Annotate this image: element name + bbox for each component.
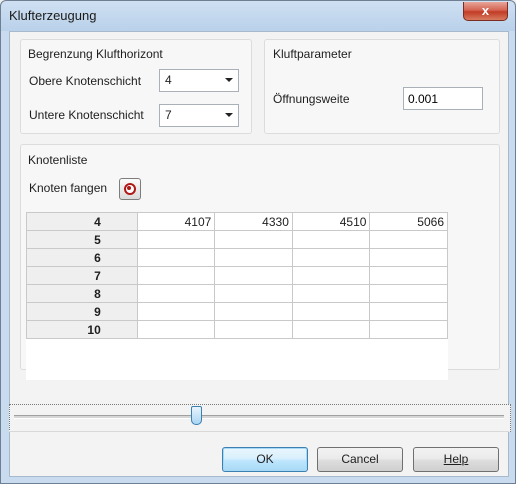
- boundary-group-title: Begrenzung Klufthorizont: [28, 47, 163, 61]
- table-cell[interactable]: [214, 284, 293, 303]
- table-cell[interactable]: [369, 248, 448, 267]
- upper-node-layer-value: 4: [165, 73, 172, 87]
- table-cell[interactable]: [136, 230, 216, 249]
- table-row[interactable]: 7: [26, 266, 448, 285]
- row-header: 10: [26, 320, 138, 339]
- slider-thumb[interactable]: [191, 406, 202, 425]
- opening-width-input[interactable]: [408, 90, 478, 107]
- dialog-window: Klufterzeugung x Begrenzung Klufthorizon…: [0, 0, 516, 484]
- separator: [9, 431, 509, 432]
- lower-node-layer-value: 7: [165, 108, 172, 122]
- node-grid[interactable]: 4 4107 4330 4510 5066 5 6 7 8 9 10: [26, 212, 448, 380]
- chevron-down-icon[interactable]: [225, 113, 233, 117]
- table-row[interactable]: 4 4107 4330 4510 5066: [26, 212, 448, 231]
- table-cell[interactable]: [291, 248, 371, 267]
- row-header: 7: [26, 266, 138, 285]
- row-header: 5: [26, 230, 138, 249]
- table-cell[interactable]: [214, 266, 293, 285]
- close-icon: x: [481, 3, 490, 18]
- table-cell[interactable]: 4107: [136, 212, 216, 231]
- node-list-title: Knotenliste: [28, 153, 88, 167]
- row-header: 8: [26, 284, 138, 303]
- cancel-button[interactable]: Cancel: [317, 447, 403, 472]
- table-cell[interactable]: [214, 302, 293, 321]
- table-cell[interactable]: [291, 320, 371, 339]
- opening-width-field[interactable]: [403, 87, 483, 110]
- table-cell[interactable]: [136, 266, 216, 285]
- row-header: 9: [26, 302, 138, 321]
- table-row[interactable]: 5: [26, 230, 448, 249]
- capture-nodes-label: Knoten fangen: [29, 181, 108, 195]
- params-group-title: Kluftparameter: [273, 47, 352, 61]
- table-cell[interactable]: [291, 302, 371, 321]
- table-cell[interactable]: 4510: [291, 212, 371, 231]
- help-button-label: Help: [443, 452, 469, 466]
- table-row[interactable]: 10: [26, 320, 448, 339]
- upper-node-layer-label: Obere Knotenschicht: [29, 74, 142, 88]
- window-title: Klufterzeugung: [9, 8, 97, 23]
- target-icon-center: [127, 186, 131, 190]
- row-header: 4: [26, 212, 138, 231]
- table-cell[interactable]: [214, 230, 293, 249]
- chevron-down-icon[interactable]: [225, 78, 233, 82]
- table-cell[interactable]: [214, 248, 293, 267]
- table-cell[interactable]: [136, 320, 216, 339]
- table-cell[interactable]: 4330: [214, 212, 293, 231]
- table-cell[interactable]: [291, 230, 371, 249]
- node-table: 4 4107 4330 4510 5066 5 6 7 8 9 10: [26, 212, 448, 339]
- lower-node-layer-select[interactable]: 7: [159, 104, 239, 127]
- table-cell[interactable]: [136, 248, 216, 267]
- table-cell[interactable]: [291, 266, 371, 285]
- table-cell[interactable]: [369, 266, 448, 285]
- table-row[interactable]: 8: [26, 284, 448, 303]
- table-cell[interactable]: [291, 284, 371, 303]
- ok-button[interactable]: OK: [222, 447, 308, 472]
- lower-node-layer-label: Untere Knotenschicht: [29, 108, 144, 122]
- table-cell[interactable]: [136, 302, 216, 321]
- table-cell[interactable]: 5066: [369, 212, 448, 231]
- close-button[interactable]: x: [463, 2, 508, 21]
- row-header: 6: [26, 248, 138, 267]
- table-cell[interactable]: [369, 302, 448, 321]
- table-cell[interactable]: [369, 320, 448, 339]
- table-cell[interactable]: [214, 320, 293, 339]
- table-cell[interactable]: [136, 284, 216, 303]
- table-cell[interactable]: [369, 284, 448, 303]
- table-cell[interactable]: [369, 230, 448, 249]
- slider-track[interactable]: [14, 415, 504, 419]
- table-row[interactable]: 6: [26, 248, 448, 267]
- opening-width-label: Öffnungsweite: [273, 92, 350, 106]
- help-button[interactable]: Help: [413, 447, 499, 472]
- title-bar[interactable]: Klufterzeugung x: [1, 1, 515, 31]
- capture-nodes-button[interactable]: [119, 178, 141, 200]
- upper-node-layer-select[interactable]: 4: [159, 69, 239, 92]
- slider-strip: [9, 404, 511, 432]
- table-row[interactable]: 9: [26, 302, 448, 321]
